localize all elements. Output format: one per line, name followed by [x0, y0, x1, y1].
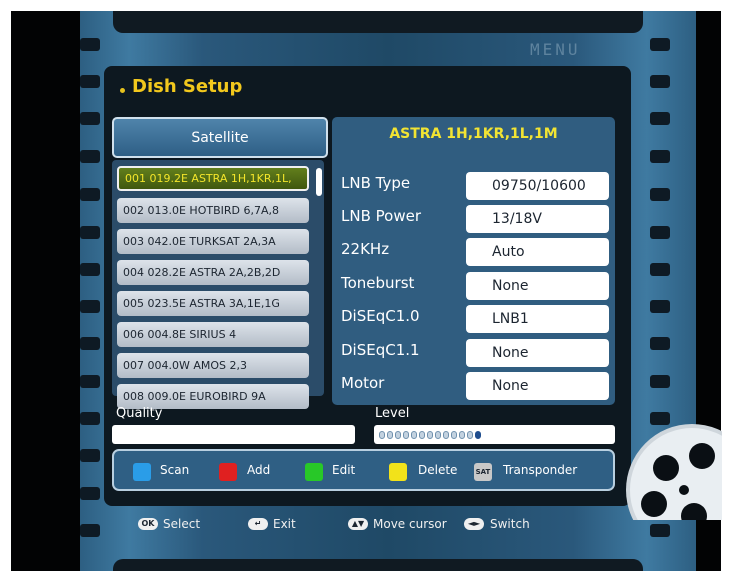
- delete-key-icon: [389, 463, 407, 481]
- film-hole: [650, 300, 670, 313]
- page-title: Dish Setup: [132, 76, 243, 97]
- film-hole: [650, 524, 670, 537]
- exit-key-icon: ↵: [248, 518, 268, 530]
- film-reel-icon: [626, 424, 722, 520]
- level-segment: [467, 431, 473, 439]
- film-hole: [80, 38, 100, 51]
- level-segment: [419, 431, 425, 439]
- legend-label: Edit: [332, 463, 356, 477]
- film-hole: [650, 75, 670, 88]
- satellite-header-button[interactable]: Satellite: [112, 117, 328, 158]
- param-value-field[interactable]: None: [466, 272, 609, 300]
- edit-key-icon: [305, 463, 323, 481]
- film-hole: [80, 188, 100, 201]
- satellite-list-item[interactable]: 007 004.0W AMOS 2,3: [117, 353, 309, 378]
- satellite-list-item[interactable]: 002 013.0E HOTBIRD 6,7A,8: [117, 198, 309, 223]
- film-hole: [650, 150, 670, 163]
- film-hole: [80, 150, 100, 163]
- film-hole: [80, 112, 100, 125]
- film-hole: [80, 524, 100, 537]
- level-segment: [443, 431, 449, 439]
- quality-label: Quality: [116, 406, 163, 421]
- scrollbar-thumb[interactable]: [316, 168, 322, 196]
- selected-satellite-title: ASTRA 1H,1KR,1L,1M: [389, 126, 558, 142]
- param-label: DiSEqC1.0: [341, 307, 420, 325]
- transponder-key-icon: SAT: [474, 463, 492, 481]
- film-hole: [650, 226, 670, 239]
- film-hole: [80, 75, 100, 88]
- satellite-list-item[interactable]: 001 019.2E ASTRA 1H,1KR,1L,: [117, 166, 309, 191]
- updown-key-icon: ▲▼: [348, 518, 368, 530]
- param-value-field[interactable]: Auto: [466, 238, 609, 266]
- level-segment: [411, 431, 417, 439]
- film-hole: [650, 38, 670, 51]
- param-label: Toneburst: [341, 274, 415, 292]
- level-segment: [459, 431, 465, 439]
- level-segment: [379, 431, 385, 439]
- film-hole: [650, 263, 670, 276]
- film-hole: [80, 300, 100, 313]
- param-label: 22KHz: [341, 240, 390, 258]
- film-hole: [80, 226, 100, 239]
- level-segment: [427, 431, 433, 439]
- satellite-list-item[interactable]: 005 023.5E ASTRA 3A,1E,1G: [117, 291, 309, 316]
- level-segment: [403, 431, 409, 439]
- legend-label: Scan: [160, 463, 190, 477]
- level-segment: [475, 431, 481, 439]
- menu-label: MENU: [530, 40, 581, 59]
- level-label: Level: [375, 406, 410, 421]
- level-segment: [451, 431, 457, 439]
- hint-label: Switch: [490, 517, 530, 531]
- top-strip: [113, 11, 643, 33]
- film-hole: [80, 412, 100, 425]
- film-hole: [650, 112, 670, 125]
- film-hole: [80, 263, 100, 276]
- satellite-list-item[interactable]: 006 004.8E SIRIUS 4: [117, 322, 309, 347]
- param-label: LNB Power: [341, 207, 421, 225]
- level-segment: [395, 431, 401, 439]
- hint-label: Select: [163, 517, 201, 531]
- satellite-list-item[interactable]: 003 042.0E TURKSAT 2A,3A: [117, 229, 309, 254]
- legend-label: Add: [247, 463, 271, 477]
- hint-label: Move cursor: [373, 517, 447, 531]
- film-hole: [80, 375, 100, 388]
- param-label: DiSEqC1.1: [341, 341, 420, 359]
- film-hole: [80, 449, 100, 462]
- level-segment: [435, 431, 441, 439]
- level-segment: [387, 431, 393, 439]
- param-value-field[interactable]: 09750/10600: [466, 172, 609, 200]
- leftright-key-icon: ◄►: [464, 518, 484, 530]
- film-hole: [650, 375, 670, 388]
- param-value-field[interactable]: None: [466, 339, 609, 367]
- satellite-scrollbar[interactable]: [316, 168, 322, 388]
- param-value-field[interactable]: LNB1: [466, 305, 609, 333]
- title-bullet-icon: [120, 88, 125, 93]
- scan-key-icon: [133, 463, 151, 481]
- hint-label: Exit: [273, 517, 296, 531]
- legend-label: Delete: [418, 463, 458, 477]
- film-hole: [80, 487, 100, 500]
- bottom-strip: [113, 559, 643, 571]
- param-label: Motor: [341, 374, 385, 392]
- legend-label: Transponder: [503, 463, 578, 477]
- film-hole: [80, 337, 100, 350]
- param-value-field[interactable]: 13/18V: [466, 205, 609, 233]
- param-value-field[interactable]: None: [466, 372, 609, 400]
- film-hole: [650, 337, 670, 350]
- film-hole: [650, 188, 670, 201]
- satellite-list-item[interactable]: 004 028.2E ASTRA 2A,2B,2D: [117, 260, 309, 285]
- param-label: LNB Type: [341, 174, 411, 192]
- ok-key-icon: OK: [138, 518, 158, 530]
- add-key-icon: [219, 463, 237, 481]
- quality-bar: [112, 425, 355, 444]
